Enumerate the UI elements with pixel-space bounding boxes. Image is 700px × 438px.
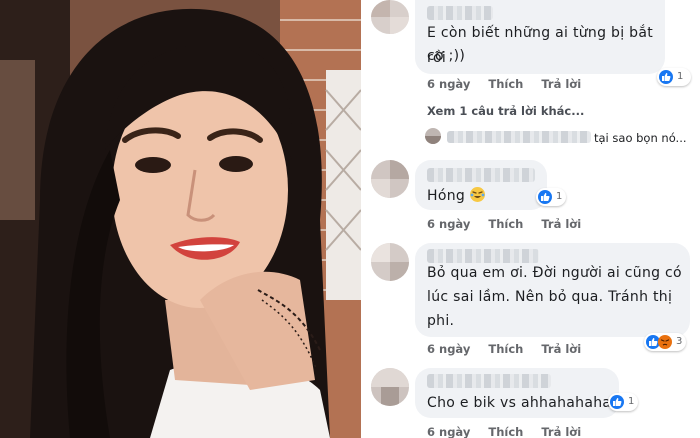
like-link[interactable]: Thích (488, 425, 523, 438)
comments-panel: E còn biết những ai từng bị bắt rồi cơ ;… (365, 0, 700, 438)
comment-time[interactable]: 6 ngày (427, 77, 470, 91)
commenter-avatar[interactable] (371, 0, 409, 34)
comment-text: Hóng (427, 188, 466, 204)
comment-bubble: E còn biết những ai từng bị bắt rồi cơ ;… (415, 0, 665, 74)
reply-preview-text[interactable]: tại sao bọn nó... (594, 131, 687, 145)
blurred-reply-author[interactable] (447, 131, 591, 143)
reply-link[interactable]: Trả lời (541, 425, 581, 438)
blurred-author-name[interactable] (427, 168, 535, 182)
reply-link[interactable]: Trả lời (541, 342, 581, 356)
reaction-count: 1 (628, 396, 635, 407)
reaction-count: 1 (556, 191, 563, 202)
reaction-count: 3 (676, 336, 683, 347)
like-link[interactable]: Thích (488, 342, 523, 356)
commenter-avatar[interactable] (371, 368, 409, 406)
reaction-summary[interactable]: 1 (657, 68, 691, 86)
view-more-replies-link[interactable]: Xem 1 câu trả lời khác... (427, 104, 584, 118)
comment-text-line: Hóng (427, 184, 485, 209)
reply-avatar[interactable] (425, 128, 441, 144)
comment-text-line: lúc sai lầm. Nên bỏ qua. Tránh thị (427, 289, 673, 305)
like-reaction-icon (538, 190, 552, 204)
blurred-author-name[interactable] (427, 6, 493, 20)
comment-time[interactable]: 6 ngày (427, 217, 470, 231)
reaction-summary[interactable]: 3 (644, 333, 686, 351)
composite-screenshot: E còn biết những ai từng bị bắt rồi cơ ;… (0, 0, 700, 438)
angry-reaction-icon (658, 335, 672, 349)
comment-meta: 6 ngày Thích Trả lời (427, 77, 581, 91)
comment-text-line: phi. (427, 313, 455, 329)
reaction-summary[interactable]: 1 (608, 393, 638, 411)
commenter-avatar[interactable] (371, 243, 409, 281)
comment-meta: 6 ngày Thích Trả lời (427, 342, 581, 356)
comment-bubble: Cho e bik vs ahhahahaha (415, 368, 619, 418)
comment-bubble: Bỏ qua em ơi. Đời người ai cũng có lúc s… (415, 243, 690, 337)
laughing-emoji-icon (469, 187, 485, 202)
like-link[interactable]: Thích (488, 77, 523, 91)
comment-time[interactable]: 6 ngày (427, 342, 470, 356)
comment-text-line: Bỏ qua em ơi. Đời người ai cũng có (427, 265, 682, 281)
reply-link[interactable]: Trả lời (541, 217, 581, 231)
reply-link[interactable]: Trả lời (541, 77, 581, 91)
comment-text-line: Cho e bik vs ahhahahaha (427, 395, 612, 411)
like-reaction-icon (659, 70, 673, 84)
comment-meta: 6 ngày Thích Trả lời (427, 425, 581, 438)
comment-meta: 6 ngày Thích Trả lời (427, 217, 581, 231)
comment-text-line: cơ ;)) (427, 48, 466, 64)
blurred-author-name[interactable] (427, 374, 551, 388)
commenter-avatar[interactable] (371, 160, 409, 198)
reaction-count: 1 (677, 71, 684, 82)
like-reaction-icon (610, 395, 624, 409)
selfie-photo (0, 0, 361, 438)
comment-time[interactable]: 6 ngày (427, 425, 470, 438)
reaction-summary[interactable]: 1 (536, 188, 566, 206)
comment-bubble: Hóng (415, 160, 547, 210)
like-link[interactable]: Thích (488, 217, 523, 231)
